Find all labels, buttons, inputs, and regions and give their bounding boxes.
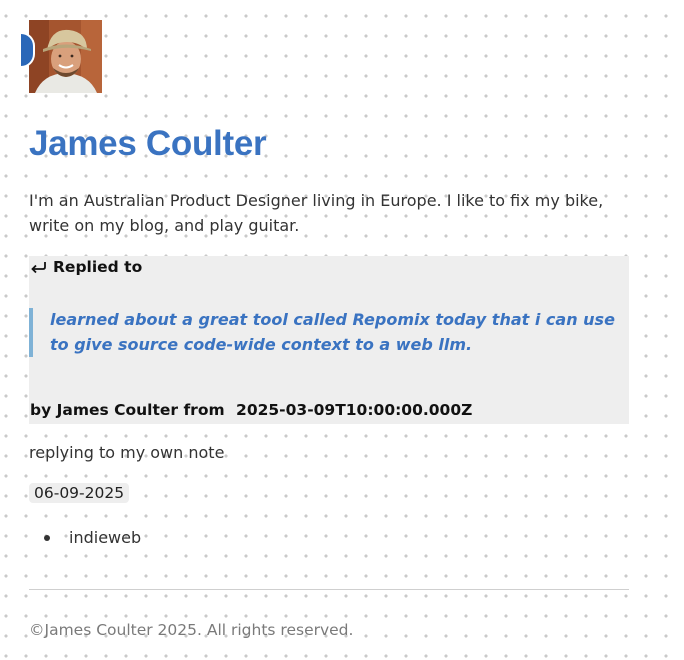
note-content: replying to my own note bbox=[29, 443, 225, 462]
reply-timestamp[interactable]: 2025-03-09T10:00:00.000Z bbox=[234, 401, 474, 419]
footer-divider bbox=[29, 589, 629, 590]
footer-copyright: ©James Coulter 2025. All rights reserved… bbox=[29, 621, 354, 639]
reply-arrow-icon bbox=[31, 262, 46, 274]
tag-list: indieweb bbox=[29, 526, 141, 550]
author-bio: I'm an Australian Product Designer livin… bbox=[29, 191, 604, 235]
reply-quote: learned about a great tool called Repomi… bbox=[29, 308, 625, 357]
bullet-icon bbox=[44, 535, 50, 541]
reply-heading: Replied to bbox=[30, 258, 142, 276]
reply-byline: by James Coulter from 2025-03-09T10:00:0… bbox=[30, 401, 474, 419]
reply-byline-prefix: by James Coulter from bbox=[30, 401, 225, 419]
page-title[interactable]: James Coulter bbox=[29, 124, 267, 164]
profile-photo-icon bbox=[29, 20, 102, 93]
avatar[interactable] bbox=[21, 20, 102, 93]
note-date[interactable]: 06-09-2025 bbox=[29, 483, 130, 503]
reply-heading-label: Replied to bbox=[53, 258, 143, 276]
tag-item[interactable]: indieweb bbox=[29, 526, 141, 550]
reply-quote-text: learned about a great tool called Repomi… bbox=[50, 310, 615, 354]
reply-context: Replied to learned about a great tool ca… bbox=[29, 256, 629, 424]
tag-label[interactable]: indieweb bbox=[69, 528, 141, 547]
